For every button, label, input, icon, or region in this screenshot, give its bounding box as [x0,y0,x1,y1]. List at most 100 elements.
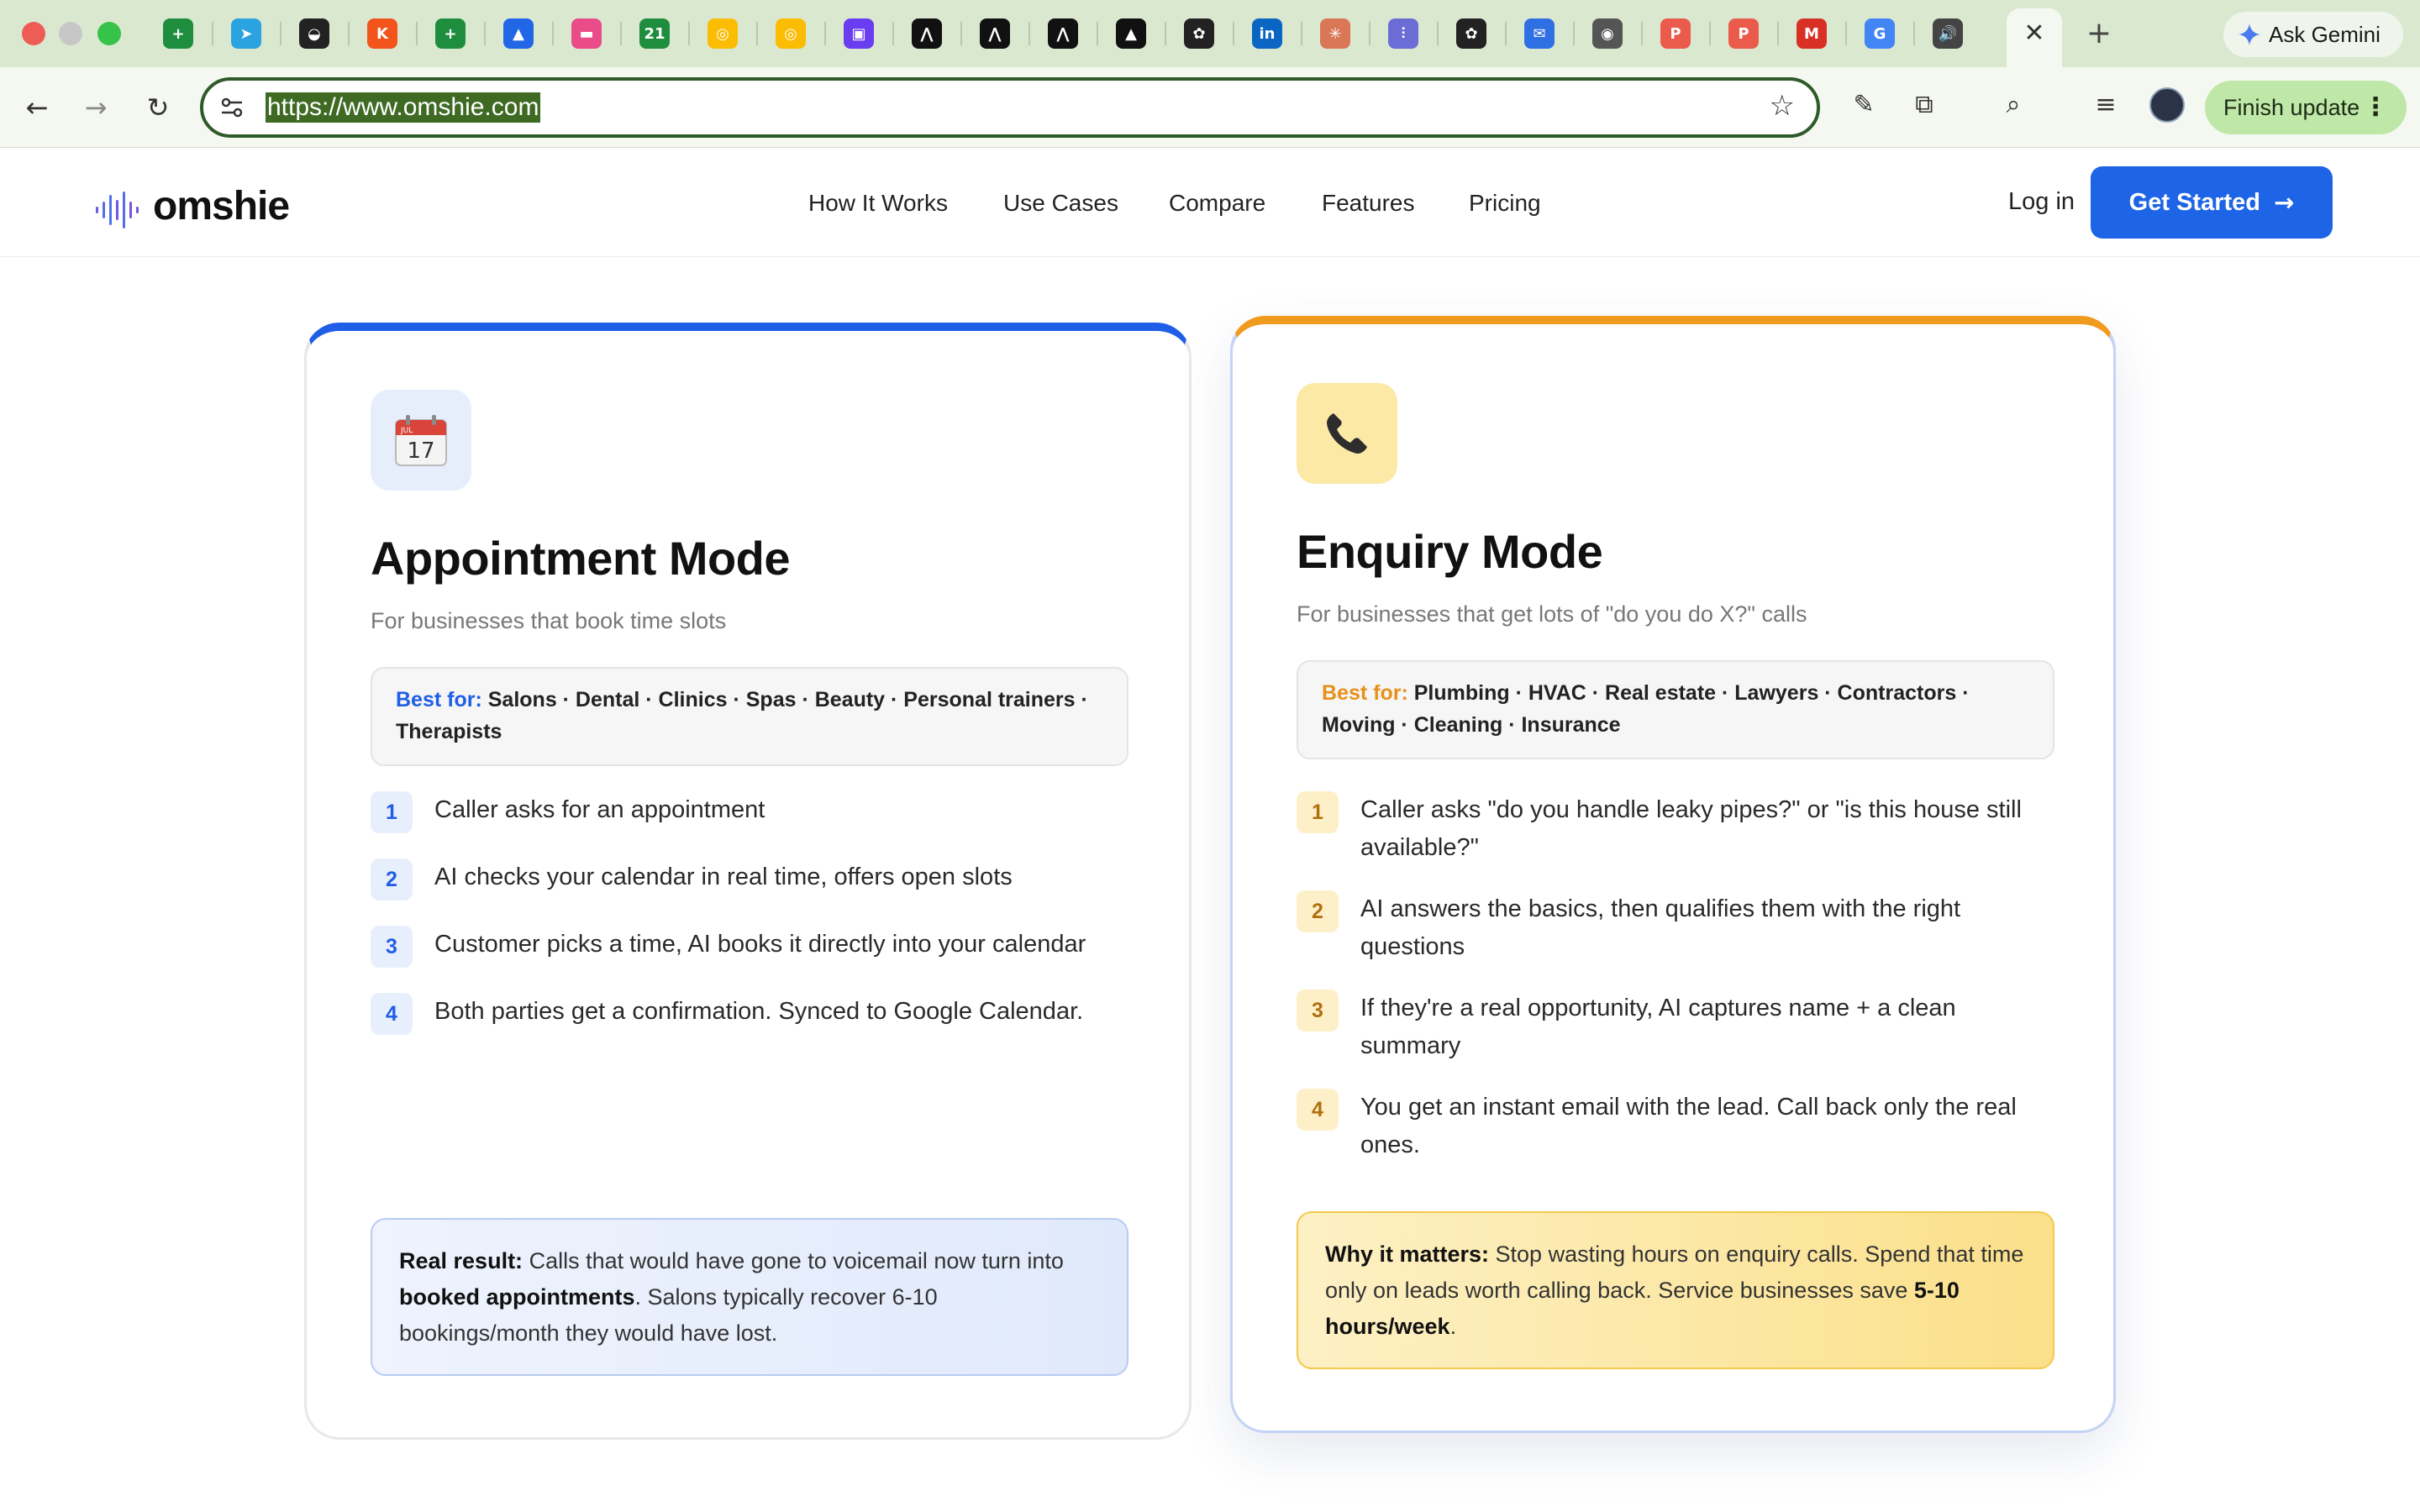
tab-separator [960,22,962,45]
card-subtitle: For businesses that book time slots [371,608,727,633]
tab-separator [1709,22,1711,45]
tab-separator [1233,22,1234,45]
extensions-puzzle-icon[interactable]: ⧉ [1907,87,1941,121]
orange-app-icon[interactable]: K [367,18,397,49]
site-logo[interactable]: omshie [153,183,290,229]
mail-icon[interactable]: ✉ [1524,18,1555,49]
login-link[interactable]: Log in [2008,188,2075,216]
tab-separator [416,22,418,45]
telegram-icon[interactable]: ➤ [231,18,261,49]
eyedropper-icon[interactable]: ✎ [1847,87,1881,121]
pink-app-icon[interactable]: ▬ [571,18,602,49]
speaker-icon[interactable]: 🔊 [1933,18,1963,49]
ask-gemini-button[interactable]: Ask Gemini [2223,12,2403,57]
tab-search-icon[interactable]: ⌕ [1996,87,2030,121]
step-number: 2 [1297,890,1339,932]
step-text: AI checks your calendar in real time, of… [434,864,1013,890]
step-text: If they're a real opportunity, AI captur… [1360,995,1956,1059]
sheets-icon[interactable]: + [163,18,193,49]
reload-icon[interactable]: ↻ [138,87,178,128]
finish-update-label: Finish update [2223,94,2360,120]
step-text: AI answers the basics, then qualifies th… [1360,895,1961,960]
google-circle-icon[interactable]: ◎ [776,18,806,49]
stack-icon[interactable]: ⋀ [980,18,1010,49]
profile-avatar[interactable] [2149,87,2185,123]
nav-use-cases[interactable]: Use Cases [1003,190,1118,217]
linkedin-icon[interactable]: in [1252,18,1282,49]
minimize-window-button[interactable] [59,22,82,45]
site-header: omshie How It Works Use Cases Compare Fe… [0,148,2420,257]
tab-separator [1369,22,1370,45]
sheets-icon[interactable]: + [435,18,466,49]
address-bar[interactable]: https://www.omshie.com ☆ [200,77,1820,138]
step-number: 3 [1297,990,1339,1032]
get-started-button[interactable]: Get Started → [2091,166,2333,239]
enquiry-mode-card: Enquiry Mode For businesses that get lot… [1230,316,2116,1433]
atlassian-icon[interactable]: ▲ [503,18,534,49]
step-text: Caller asks for an appointment [434,796,765,823]
nav-pricing[interactable]: Pricing [1469,190,1541,217]
calendar-21-icon[interactable]: 21 [639,18,670,49]
gemini-sparkle-icon [2238,24,2260,45]
gmail-icon[interactable]: M [1797,18,1827,49]
tab-separator [1505,22,1507,45]
nav-features[interactable]: Features [1322,190,1415,217]
list-item: 2 AI answers the basics, then qualifies … [1297,890,2054,966]
producthunt-icon[interactable]: P [1660,18,1691,49]
tab-separator [620,22,622,45]
bookmark-star-icon[interactable]: ☆ [1770,89,1795,123]
list-item: 4 You get an instant email with the lead… [1297,1089,2054,1164]
tab-separator [1913,22,1915,45]
step-number: 4 [371,993,413,1035]
step-number: 2 [371,858,413,900]
tab-separator [1097,22,1098,45]
step-number: 4 [1297,1089,1339,1131]
tab-separator [1028,22,1030,45]
tab-separator [1641,22,1643,45]
producthunt-icon[interactable]: P [1728,18,1759,49]
purple-app-icon[interactable]: ▣ [844,18,874,49]
google-circle-icon[interactable]: ◎ [708,18,738,49]
chrome-icon[interactable]: ◉ [1592,18,1623,49]
step-text: You get an instant email with the lead. … [1360,1094,2017,1158]
phone-icon [1297,383,1397,484]
forward-arrow-icon[interactable]: → [76,87,116,128]
triangle-icon[interactable]: ▲ [1116,18,1146,49]
waveform-icon[interactable]: ⫶ [1388,18,1418,49]
tab-separator [688,22,690,45]
why-it-matters-note: Why it matters: Stop wasting hours on en… [1297,1211,2054,1369]
stack-icon[interactable]: ⋀ [912,18,942,49]
openai-icon[interactable]: ✿ [1456,18,1486,49]
step-text: Customer picks a time, AI books it direc… [434,931,1086,958]
claude-icon[interactable]: ✳ [1320,18,1350,49]
maximize-window-button[interactable] [97,22,121,45]
list-item: 3 If they're a real opportunity, AI capt… [1297,990,2054,1065]
close-window-button[interactable] [22,22,45,45]
appointment-mode-card: JUL 17 Appointment Mode For businesses t… [304,323,1192,1440]
nav-how-it-works[interactable]: How It Works [808,190,948,217]
openai-icon[interactable]: ✿ [1184,18,1214,49]
nav-compare[interactable]: Compare [1169,190,1265,217]
list-item: 4 Both parties get a confirmation. Synce… [371,993,1128,1035]
stack-icon[interactable]: ⋀ [1048,18,1078,49]
list-item: 1 Caller asks for an appointment [371,791,1128,833]
circle-face-icon[interactable]: ◒ [299,18,329,49]
new-tab-button[interactable]: + [2082,17,2116,50]
tab-separator [824,22,826,45]
tab-separator [756,22,758,45]
media-controls-icon[interactable]: ≡ [2089,87,2123,121]
calendar-month: JUL [400,427,413,435]
finish-update-button[interactable]: Finish update ⋮ [2205,81,2407,134]
more-menu-icon[interactable]: ⋮ [2363,92,2388,122]
google-icon[interactable]: G [1865,18,1895,49]
tab-separator [348,22,350,45]
back-arrow-icon[interactable]: ← [17,87,57,128]
note-text: Calls that would have gone to voicemail … [523,1248,1064,1273]
tab-separator [1301,22,1302,45]
tab-separator [484,22,486,45]
list-item: 1 Caller asks "do you handle leaky pipes… [1297,791,2054,867]
site-info-icon[interactable] [218,94,245,121]
url-text[interactable]: https://www.omshie.com [266,92,541,123]
close-tab-icon[interactable]: ✕ [2020,17,2049,50]
tab-separator [212,22,213,45]
